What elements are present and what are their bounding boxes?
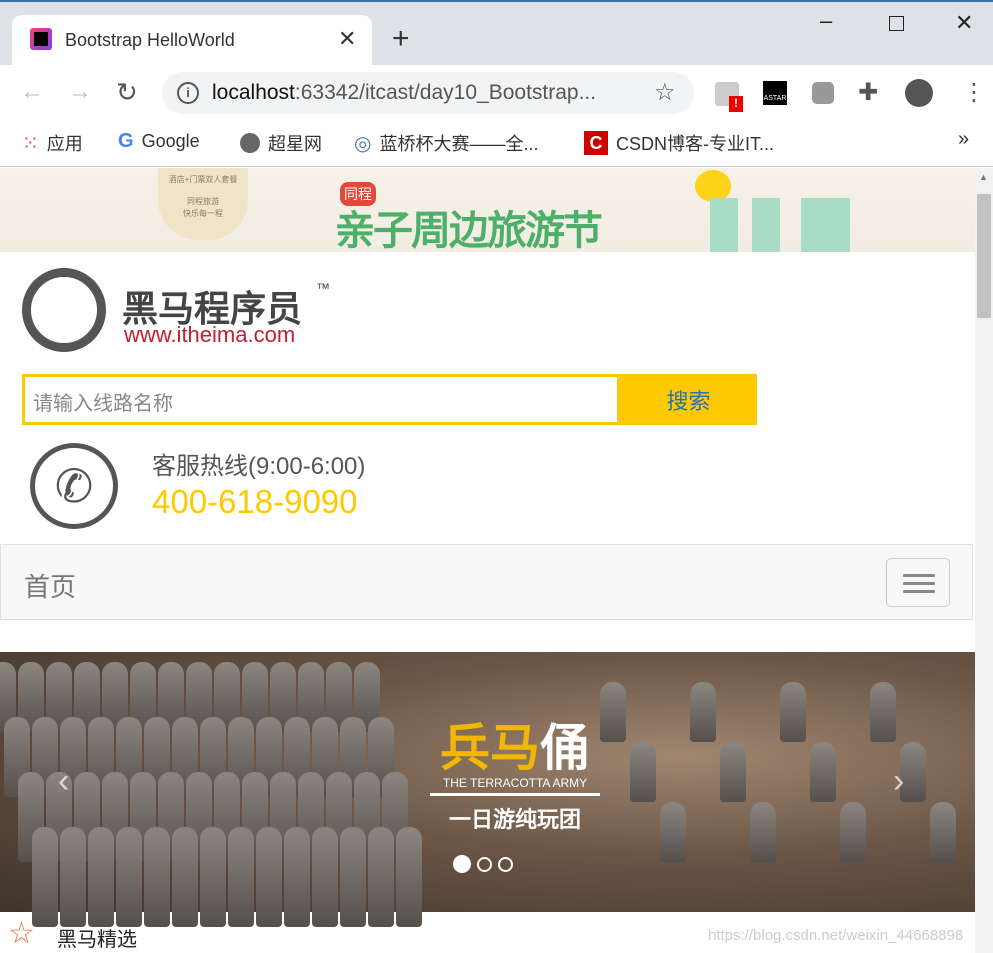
soldier-figure bbox=[600, 682, 626, 742]
astar-extension-icon[interactable]: ASTAR bbox=[763, 81, 787, 105]
carousel[interactable]: ‹ › 兵马俑 THE TERRACOTTA ARMY 一日游纯玩团 bbox=[0, 652, 975, 927]
bookmark-apps[interactable]: ⁙ 应用 bbox=[22, 130, 83, 156]
bookmark-csdn[interactable]: C CSDN博客-专业IT... bbox=[584, 130, 774, 156]
hotline-label: 客服热线(9:00-6:00) bbox=[152, 453, 366, 480]
extensions-puzzle-icon[interactable]: ✚ bbox=[858, 78, 878, 107]
logo: 黑马程序员 ™ www.itheima.com bbox=[22, 268, 342, 352]
bookmark-star-icon[interactable]: ☆ bbox=[654, 78, 676, 107]
banner-card: 酒店+门票双人套餐 同程旅游 快乐每一程 bbox=[158, 168, 248, 240]
minimize-button[interactable]: – bbox=[820, 8, 832, 34]
bookmark-lanqiao[interactable]: ◎ 蓝桥杯大赛——全... bbox=[354, 130, 538, 156]
extension-warning-icon[interactable]: ! bbox=[715, 82, 743, 112]
browser-tab[interactable]: Bootstrap HelloWorld ✕ bbox=[12, 15, 372, 65]
soldier-figure bbox=[660, 802, 686, 862]
soldier-figure bbox=[256, 827, 282, 927]
carousel-prev-icon[interactable]: ‹ bbox=[58, 762, 69, 801]
close-tab-icon[interactable]: ✕ bbox=[338, 26, 356, 52]
soldier-figure bbox=[312, 827, 338, 927]
maximize-button[interactable] bbox=[889, 16, 904, 31]
watermark: https://blog.csdn.net/weixin_44668898 bbox=[708, 927, 964, 944]
soldier-figure bbox=[284, 827, 310, 927]
globe-icon bbox=[240, 133, 260, 153]
soldier-figure bbox=[116, 827, 142, 927]
more-bookmarks-button[interactable]: » bbox=[958, 128, 969, 151]
lanqiao-icon: ◎ bbox=[354, 132, 372, 155]
soldier-figure bbox=[396, 827, 422, 927]
horse-logo-icon bbox=[22, 268, 106, 352]
indicator-3[interactable] bbox=[498, 856, 513, 872]
reload-icon[interactable]: ↻ bbox=[116, 77, 138, 108]
soldier-figure bbox=[228, 827, 254, 927]
carousel-indicators bbox=[453, 855, 513, 873]
soldier-figure bbox=[720, 742, 746, 802]
close-window-button[interactable]: ✕ bbox=[955, 10, 973, 36]
menu-kebab-icon[interactable]: ⋮ bbox=[962, 78, 986, 107]
apps-grid-icon: ⁙ bbox=[22, 132, 39, 155]
soldier-figure bbox=[368, 827, 394, 927]
section-title: 黑马精选 bbox=[57, 929, 137, 951]
profile-avatar-icon[interactable] bbox=[905, 79, 933, 107]
indicator-2[interactable] bbox=[477, 856, 492, 872]
url-text: localhost:63342/itcast/day10_Bootstrap..… bbox=[212, 81, 597, 104]
soldier-figure bbox=[750, 802, 776, 862]
back-icon[interactable]: ← bbox=[20, 78, 44, 106]
ad-banner[interactable]: 酒店+门票双人套餐 同程旅游 快乐每一程 同程 亲子周边旅游节 bbox=[0, 168, 975, 253]
search-button[interactable]: 搜索 bbox=[620, 374, 757, 425]
navbar-toggle-button[interactable] bbox=[886, 558, 950, 607]
address-bar[interactable]: i localhost:63342/itcast/day10_Bootstrap… bbox=[162, 72, 694, 114]
scrollbar-thumb[interactable] bbox=[977, 194, 991, 318]
page-content: 酒店+门票双人套餐 同程旅游 快乐每一程 同程 亲子周边旅游节 黑马程序员 ™ ww… bbox=[0, 168, 975, 953]
soldier-figure bbox=[200, 827, 226, 927]
forward-icon[interactable]: → bbox=[68, 78, 92, 106]
soldier-figure bbox=[930, 802, 956, 862]
carousel-caption: 兵马俑 THE TERRACOTTA ARMY 一日游纯玩团 bbox=[430, 720, 600, 834]
info-icon: i bbox=[177, 82, 199, 104]
intellij-favicon bbox=[30, 28, 52, 50]
soldier-figure bbox=[690, 682, 716, 742]
soldier-figure bbox=[32, 827, 58, 927]
tampermonkey-icon[interactable] bbox=[812, 82, 834, 104]
soldier-figure bbox=[88, 827, 114, 927]
star-icon: ☆ bbox=[8, 917, 35, 950]
csdn-icon: C bbox=[584, 131, 608, 155]
indicator-1[interactable] bbox=[453, 855, 471, 873]
new-tab-button[interactable]: + bbox=[392, 22, 410, 56]
nav-brand-home[interactable]: 首页 bbox=[24, 567, 76, 604]
soldier-figure bbox=[840, 802, 866, 862]
bookmark-chaoxing[interactable]: 超星网 bbox=[240, 130, 322, 156]
soldier-figure bbox=[630, 742, 656, 802]
soldier-figure bbox=[144, 827, 170, 927]
banner-title: 亲子周边旅游节 bbox=[335, 209, 603, 253]
bookmark-google[interactable]: G Google bbox=[118, 130, 200, 153]
phone-icon: ✆ bbox=[30, 443, 118, 529]
tab-title: Bootstrap HelloWorld bbox=[65, 30, 235, 50]
soldier-figure bbox=[870, 682, 896, 742]
soldier-figure bbox=[172, 827, 198, 927]
soldier-figure bbox=[780, 682, 806, 742]
soldier-figure bbox=[60, 827, 86, 927]
navbar: 首页 bbox=[0, 544, 973, 620]
google-icon: G bbox=[118, 130, 134, 152]
hotline-number: 400-618-9090 bbox=[152, 483, 358, 520]
carousel-next-icon[interactable]: › bbox=[893, 762, 904, 801]
soldier-figure bbox=[340, 827, 366, 927]
search-input[interactable]: 请输入线路名称 bbox=[22, 374, 620, 425]
city-buildings bbox=[710, 198, 850, 252]
soldier-figure bbox=[810, 742, 836, 802]
